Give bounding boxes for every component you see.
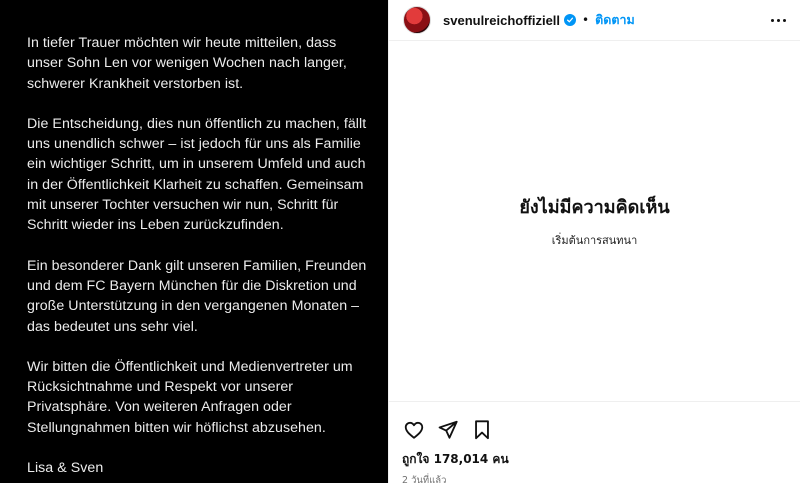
bookmark-outline-icon[interactable] — [470, 418, 494, 442]
action-bar — [389, 402, 800, 446]
comments-empty-state: ยังไม่มีความคิดเห็น เริ่มต้นการสนทนา — [389, 41, 800, 401]
post-text-paragraph-2: Die Entscheidung, dies nun öffentlich zu… — [27, 115, 367, 234]
likes-count[interactable]: ถูกใจ 178,014 คน — [389, 446, 800, 469]
verified-badge-icon — [564, 14, 577, 26]
post-sidebar: svenulreichoffiziell • ติดตาม ยังไม่มีคว… — [388, 0, 800, 483]
post-dialog: In tiefer Trauer möchten wir heute mitte… — [0, 0, 800, 483]
empty-comments-title: ยังไม่มีความคิดเห็น — [519, 196, 670, 218]
post-text-paragraph-1: In tiefer Trauer möchten wir heute mitte… — [27, 35, 347, 92]
post-image: In tiefer Trauer möchten wir heute mitte… — [0, 0, 388, 483]
avatar[interactable] — [403, 6, 431, 34]
follow-button[interactable]: ติดตาม — [595, 10, 635, 30]
post-text-signature: Lisa & Sven — [27, 460, 104, 477]
post-footer: ถูกใจ 178,014 คน 2 วันที่แล้ว — [389, 401, 800, 483]
post-text-paragraph-4: Wir bitten die Öffentlichkeit und Medien… — [27, 358, 353, 436]
header-separator: • — [582, 13, 590, 27]
heart-outline-icon[interactable] — [402, 418, 426, 442]
post-header: svenulreichoffiziell • ติดตาม — [389, 0, 800, 41]
paper-plane-icon[interactable] — [436, 418, 460, 442]
username-link[interactable]: svenulreichoffiziell — [443, 13, 560, 28]
more-horizontal-icon[interactable] — [769, 15, 788, 26]
post-text-paragraph-3: Ein besonderer Dank gilt unseren Familie… — [27, 257, 367, 335]
empty-comments-subtitle: เริ่มต้นการสนทนา — [551, 233, 638, 247]
post-timestamp[interactable]: 2 วันที่แล้ว — [389, 469, 800, 483]
